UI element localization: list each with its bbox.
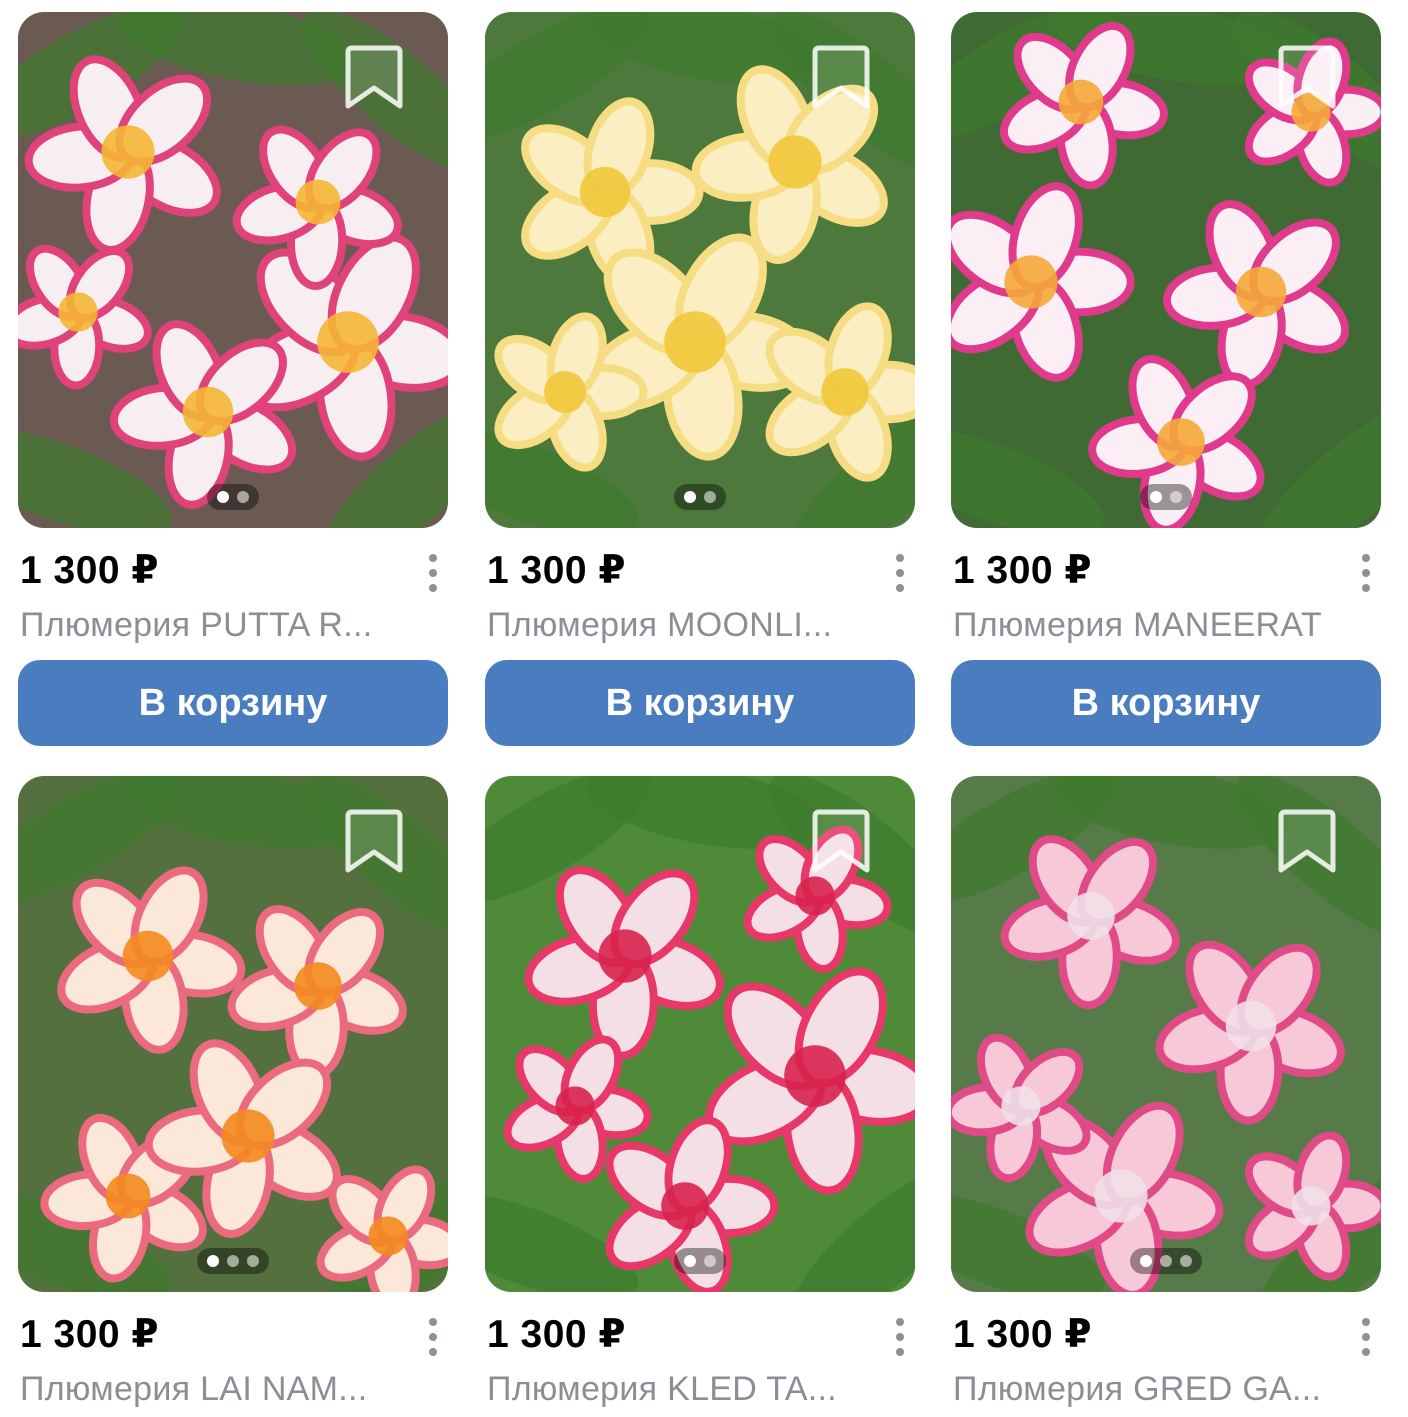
carousel-dot	[1150, 491, 1162, 503]
carousel-indicator	[197, 1248, 269, 1274]
bookmark-icon[interactable]	[809, 806, 873, 876]
product-title[interactable]: Плюмерия LAI NAM...	[20, 1370, 440, 1409]
product-title[interactable]: Плюмерия PUTTA R...	[20, 606, 440, 645]
product-photo[interactable]	[951, 12, 1381, 528]
product-card[interactable]: 1 300 ₽ Плюмерия MOONLI... В корзину	[485, 12, 915, 746]
carousel-dot	[704, 491, 716, 503]
add-to-cart-button[interactable]: В корзину	[18, 660, 448, 746]
product-card[interactable]: 1 300 ₽ Плюмерия GRED GA...	[951, 776, 1381, 1408]
bookmark-icon[interactable]	[342, 806, 406, 876]
bookmark-icon[interactable]	[1275, 806, 1339, 876]
carousel-dot	[1140, 1255, 1152, 1267]
product-photo[interactable]	[18, 776, 448, 1292]
more-options-icon[interactable]	[885, 548, 915, 598]
carousel-dot	[684, 491, 696, 503]
more-options-icon[interactable]	[885, 1312, 915, 1362]
product-photo[interactable]	[485, 776, 915, 1292]
product-price: 1 300 ₽	[20, 549, 160, 592]
add-to-cart-button[interactable]: В корзину	[951, 660, 1381, 746]
carousel-indicator	[674, 484, 726, 510]
product-card[interactable]: 1 300 ₽ Плюмерия PUTTA R... В корзину	[18, 12, 448, 746]
product-price: 1 300 ₽	[20, 1313, 160, 1356]
carousel-dot	[227, 1255, 239, 1267]
product-photo[interactable]	[951, 776, 1381, 1292]
product-photo[interactable]	[485, 12, 915, 528]
product-card[interactable]: 1 300 ₽ Плюмерия MANEERAT В корзину	[951, 12, 1381, 746]
product-title[interactable]: Плюмерия GRED GA...	[953, 1370, 1373, 1409]
product-title[interactable]: Плюмерия KLED TA...	[487, 1370, 907, 1409]
more-options-icon[interactable]	[1351, 1312, 1381, 1362]
carousel-indicator	[674, 1248, 726, 1274]
carousel-dot	[237, 491, 249, 503]
product-title[interactable]: Плюмерия MANEERAT	[953, 606, 1373, 645]
carousel-indicator	[207, 484, 259, 510]
add-to-cart-button[interactable]: В корзину	[485, 660, 915, 746]
carousel-dot	[1170, 491, 1182, 503]
product-title[interactable]: Плюмерия MOONLI...	[487, 606, 907, 645]
carousel-dot	[217, 491, 229, 503]
product-card[interactable]: 1 300 ₽ Плюмерия LAI NAM...	[18, 776, 448, 1408]
bookmark-icon[interactable]	[342, 42, 406, 112]
product-price: 1 300 ₽	[487, 549, 627, 592]
carousel-dot	[704, 1255, 716, 1267]
more-options-icon[interactable]	[1351, 548, 1381, 598]
carousel-indicator	[1140, 484, 1192, 510]
product-photo[interactable]	[18, 12, 448, 528]
carousel-dot	[1180, 1255, 1192, 1267]
product-price: 1 300 ₽	[953, 1313, 1093, 1356]
product-card[interactable]: 1 300 ₽ Плюмерия KLED TA...	[485, 776, 915, 1408]
carousel-dot	[684, 1255, 696, 1267]
more-options-icon[interactable]	[418, 548, 448, 598]
product-price: 1 300 ₽	[487, 1313, 627, 1356]
product-grid: 1 300 ₽ Плюмерия PUTTA R... В корзину 1 …	[0, 0, 1408, 1417]
bookmark-icon[interactable]	[809, 42, 873, 112]
more-options-icon[interactable]	[418, 1312, 448, 1362]
carousel-indicator	[1130, 1248, 1202, 1274]
product-price: 1 300 ₽	[953, 549, 1093, 592]
carousel-dot	[247, 1255, 259, 1267]
carousel-dot	[1160, 1255, 1172, 1267]
bookmark-icon[interactable]	[1275, 42, 1339, 112]
carousel-dot	[207, 1255, 219, 1267]
